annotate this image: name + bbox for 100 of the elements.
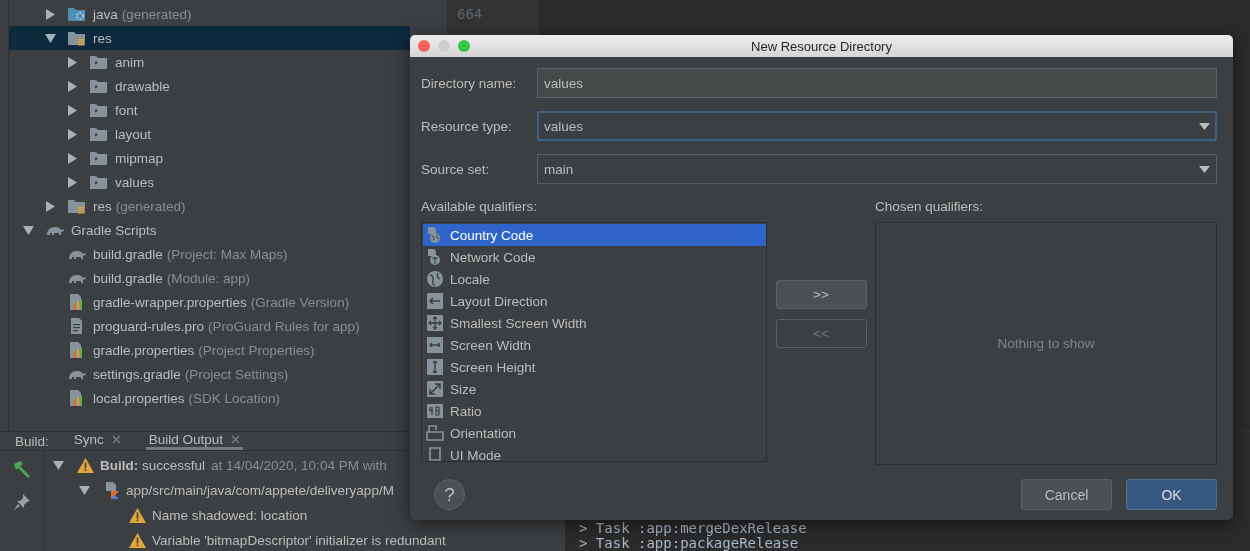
qualifier-item[interactable]: Layout Direction [423, 290, 766, 312]
horizontal-arrows-icon [426, 336, 444, 354]
expand-arrow-icon[interactable] [67, 104, 78, 116]
expand-arrow-icon[interactable] [45, 200, 56, 212]
dialog-button[interactable]: Cancel [1021, 479, 1112, 510]
ratio-icon [426, 402, 444, 420]
output-message: Variable 'bitmapDescriptor' initializer is redundant [152, 533, 446, 548]
tree-row[interactable]: mipmap [9, 146, 410, 170]
file-name: build.gradle [93, 270, 163, 286]
hammer-icon[interactable] [11, 459, 33, 481]
file-name: local.properties [93, 390, 185, 406]
add-qualifier-button[interactable]: >> [775, 280, 867, 309]
dropdown-field[interactable]: main [537, 154, 1217, 184]
qualifier-item[interactable]: Network Code [423, 246, 766, 268]
collapse-arrow-icon[interactable] [23, 224, 34, 236]
file-name: layout [115, 126, 152, 142]
qualifier-item[interactable]: Size [423, 378, 766, 400]
tree-row[interactable]: Gradle Scripts [9, 218, 410, 242]
folder-icon [89, 54, 109, 70]
dropdown-arrow-icon [1199, 122, 1210, 130]
qualifier-item[interactable]: Smallest Screen Width [423, 312, 766, 334]
file-name: Gradle Scripts [71, 222, 157, 238]
file-note: (Gradle Version) [250, 294, 350, 310]
dropdown-field[interactable]: values [537, 111, 1217, 141]
expand-arrow-icon[interactable] [45, 8, 56, 20]
collapse-arrow-icon[interactable] [79, 485, 90, 496]
console-line: > Task :app:mergeDexRelease [579, 521, 808, 536]
vertical-arrows-icon [426, 358, 444, 376]
tree-row[interactable]: res [9, 26, 410, 50]
tree-row[interactable]: proguard-rules.pro (ProGuard Rules for app) [9, 314, 410, 338]
file-name: res [93, 30, 112, 46]
folder-icon [89, 78, 109, 94]
move-arrows-icon [426, 314, 444, 332]
resource-folder-icon [67, 30, 87, 46]
panel-tab[interactable]: Sync [70, 432, 124, 450]
kotlin-file-icon [103, 482, 120, 499]
file-note: (ProGuard Rules for app) [208, 318, 360, 334]
expand-arrow-icon[interactable] [67, 176, 78, 188]
file-name: font [115, 102, 138, 118]
console-line: > Task :app:packageRelease [579, 536, 799, 551]
resource-folder-icon [67, 198, 87, 214]
dialog-button[interactable]: OK [1126, 479, 1217, 510]
warning-icon [129, 508, 146, 523]
tree-row[interactable]: build.gradle (Project: Max Maps) [9, 242, 410, 266]
tree-row[interactable]: gradle.properties (Project Properties) [9, 338, 410, 362]
file-name: settings.gradle [93, 366, 181, 382]
tree-row[interactable]: gradle-wrapper.properties (Gradle Version) [9, 290, 410, 314]
collapse-arrow-icon[interactable] [45, 32, 56, 44]
file-note: (generated) [115, 198, 186, 214]
diagonal-arrow-icon [426, 380, 444, 398]
qualifier-item[interactable]: Screen Height [423, 356, 766, 378]
expand-arrow-icon[interactable] [67, 152, 78, 164]
tree-row[interactable]: drawable [9, 74, 410, 98]
dropdown-arrow-icon [1199, 165, 1210, 173]
file-name: java [93, 6, 118, 22]
tree-row[interactable]: font [9, 98, 410, 122]
text-field[interactable]: values [537, 68, 1217, 98]
file-name: drawable [115, 78, 170, 94]
list-label: Available qualifiers: [421, 199, 539, 214]
qualifier-item[interactable]: UI Mode [423, 444, 766, 461]
panel-tab[interactable]: Build Output [145, 432, 244, 450]
output-message: Build: successful [100, 458, 206, 473]
expand-arrow-icon[interactable] [67, 128, 78, 140]
list-label: Chosen qualifiers: [875, 199, 985, 214]
expand-arrow-icon[interactable] [67, 56, 78, 68]
tree-row[interactable]: local.properties (SDK Location) [9, 386, 410, 410]
qualifier-item[interactable]: Locale [423, 268, 766, 290]
collapse-arrow-icon[interactable] [53, 460, 64, 471]
qualifier-item[interactable]: Ratio [423, 400, 766, 422]
file-note: (Project Properties) [198, 342, 315, 358]
window-title: New Resource Directory [751, 38, 892, 54]
close-icon[interactable] [231, 435, 241, 444]
laptop-icon [426, 446, 444, 461]
qualifier-item[interactable]: Country Code [423, 224, 766, 246]
warning-icon [129, 533, 146, 548]
qualifier-item[interactable]: Screen Width [423, 334, 766, 356]
tree-row[interactable]: values [9, 170, 410, 194]
tree-row[interactable]: build.gradle (Module: app) [9, 266, 410, 290]
qualifier-item[interactable]: Orientation [423, 422, 766, 444]
file-name: values [115, 174, 155, 190]
expand-arrow-icon[interactable] [67, 80, 78, 92]
file-name: anim [115, 54, 145, 70]
help-button[interactable]: ? [434, 479, 465, 510]
tree-row[interactable]: java (generated) [9, 2, 410, 26]
output-note: at 14/04/2020, 10:04 PM with [211, 458, 387, 473]
warning-icon [77, 458, 94, 473]
tree-row[interactable]: settings.gradle (Project Settings) [9, 362, 410, 386]
globe-icon [426, 270, 444, 288]
close-icon[interactable] [111, 435, 121, 444]
file-note: (Module: app) [166, 270, 251, 286]
tree-row[interactable]: layout [9, 122, 410, 146]
file-name: proguard-rules.pro [93, 318, 205, 334]
file-note: (SDK Location) [188, 390, 281, 406]
rotate-device-icon [426, 424, 444, 442]
pin-icon[interactable] [13, 493, 31, 511]
panel-label: Build: [15, 433, 49, 449]
file-name: build.gradle [93, 246, 163, 262]
tree-row[interactable]: anim [9, 50, 410, 74]
tree-row[interactable]: res (generated) [9, 194, 410, 218]
folder-icon [89, 102, 109, 118]
